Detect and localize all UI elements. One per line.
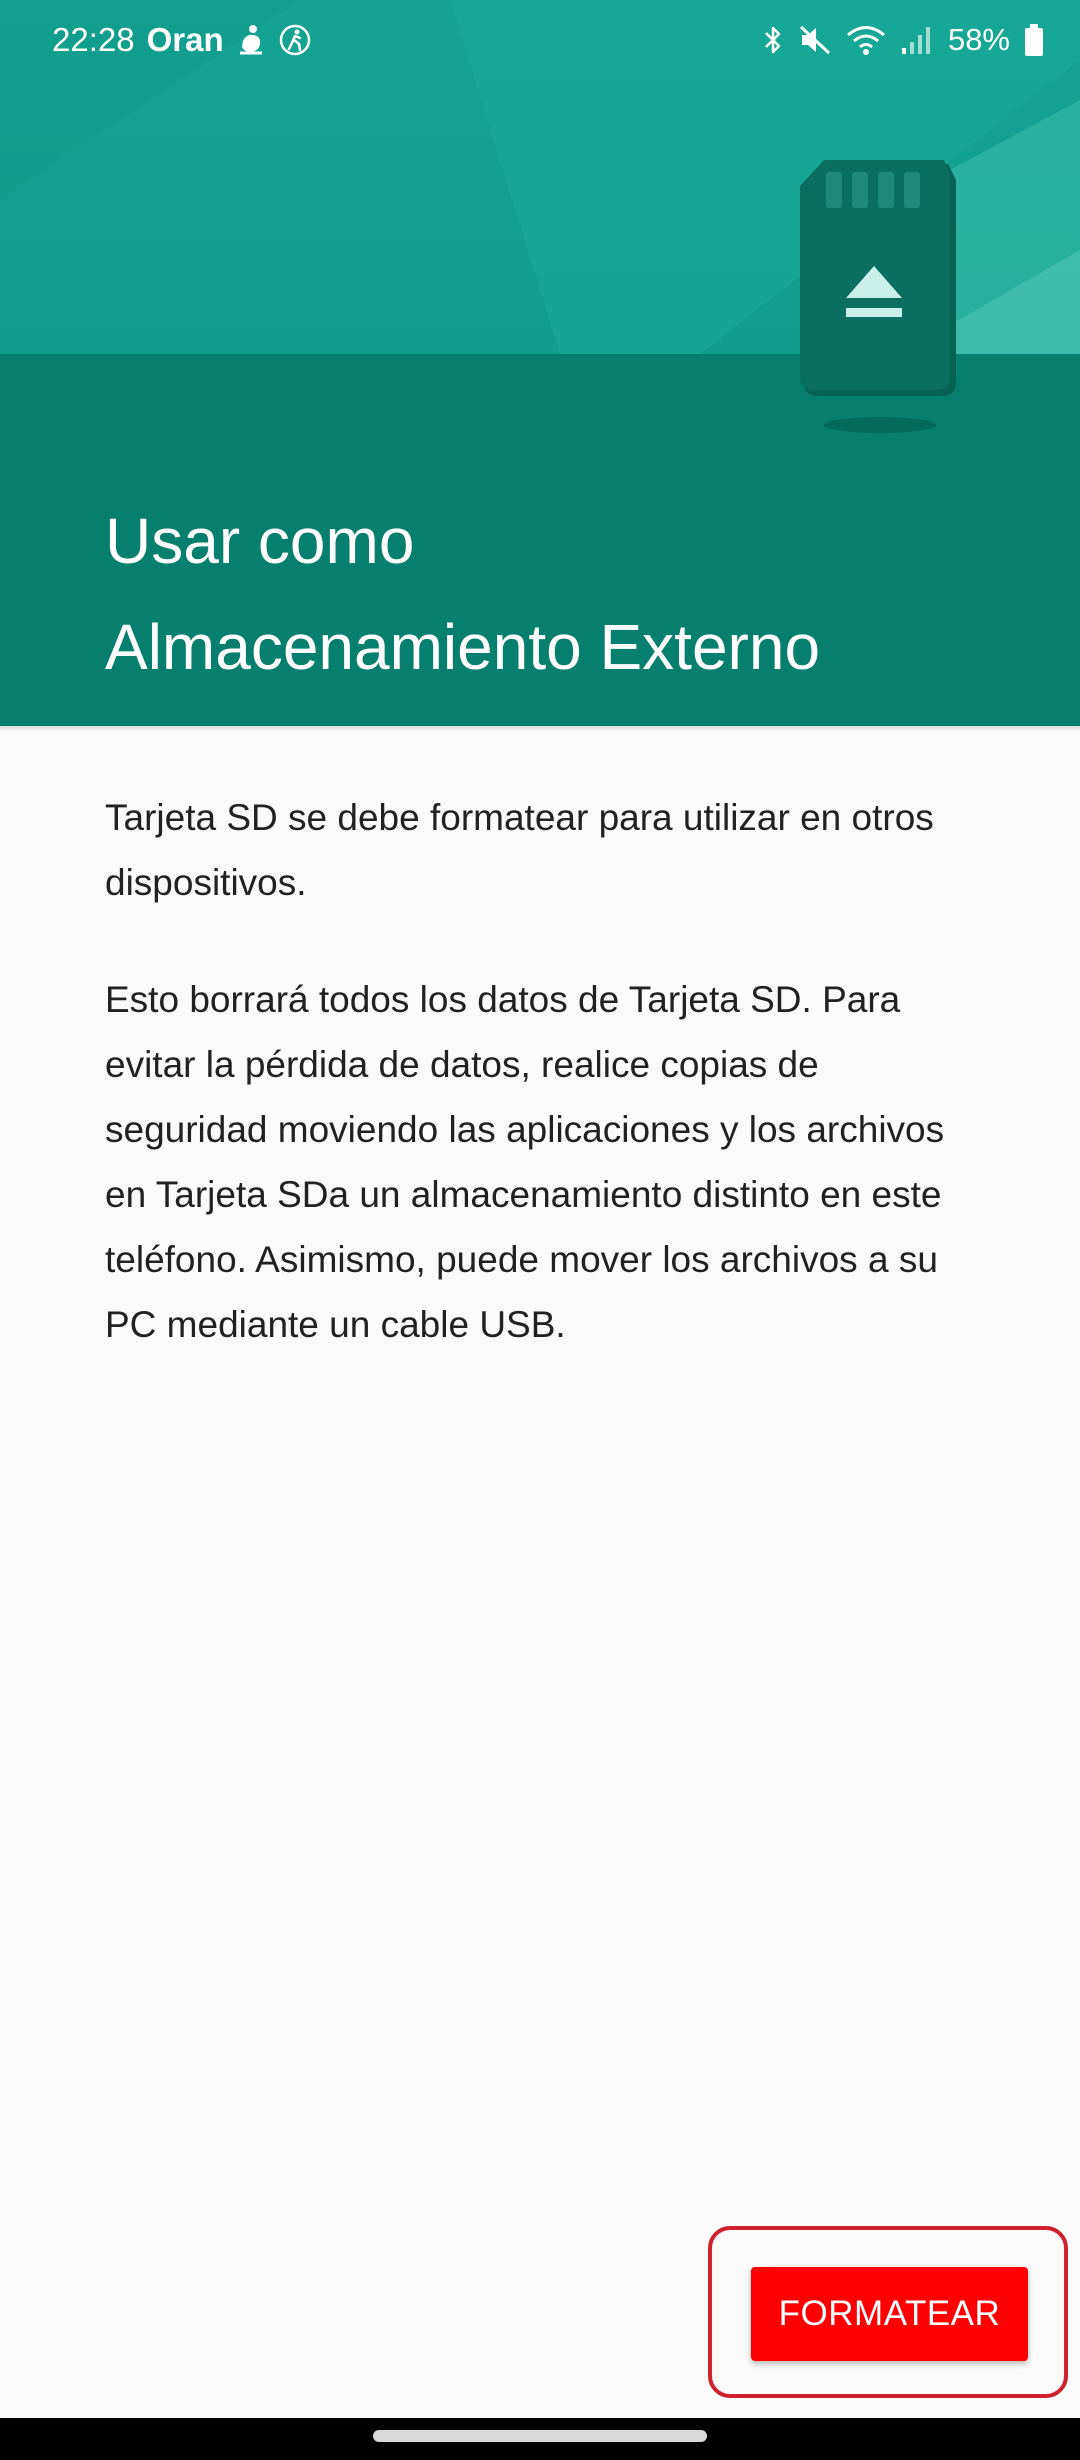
format-button[interactable]: FORMATEAR — [751, 2267, 1028, 2361]
header: 22:28 Oran 58% Usar como Almacenamiento … — [0, 0, 1080, 726]
bluetooth-icon — [762, 24, 784, 56]
navigation-bar — [0, 2418, 1080, 2460]
sd-card-eject-icon — [800, 160, 956, 433]
description-paragraph-1: Tarjeta SD se debe formatear para utiliz… — [105, 797, 934, 903]
status-time: 22:28 — [52, 21, 135, 58]
description: Tarjeta SD se debe formatear para utiliz… — [105, 785, 985, 1409]
title-line-2: Almacenamiento Externo — [105, 611, 821, 683]
battery-icon — [1024, 23, 1044, 57]
header-shadow — [0, 726, 1080, 732]
status-bar: 22:28 Oran 58% — [0, 0, 1080, 80]
description-paragraph-2: Esto borrará todos los datos de Tarjeta … — [105, 979, 945, 1345]
page-title: Usar como Almacenamiento Externo — [105, 488, 1005, 700]
wifi-icon — [846, 24, 886, 56]
home-indicator[interactable] — [373, 2430, 707, 2442]
status-right: 58% — [762, 18, 1044, 62]
title-line-1: Usar como — [105, 505, 415, 577]
status-left: 22:28 Oran — [52, 18, 312, 62]
walking-person-icon — [278, 23, 312, 57]
muted-icon — [798, 24, 832, 56]
hand-wave-icon — [236, 23, 266, 57]
signal-icon — [900, 24, 934, 56]
status-carrier: Oran — [146, 21, 224, 58]
battery-percent: 58% — [947, 22, 1010, 57]
